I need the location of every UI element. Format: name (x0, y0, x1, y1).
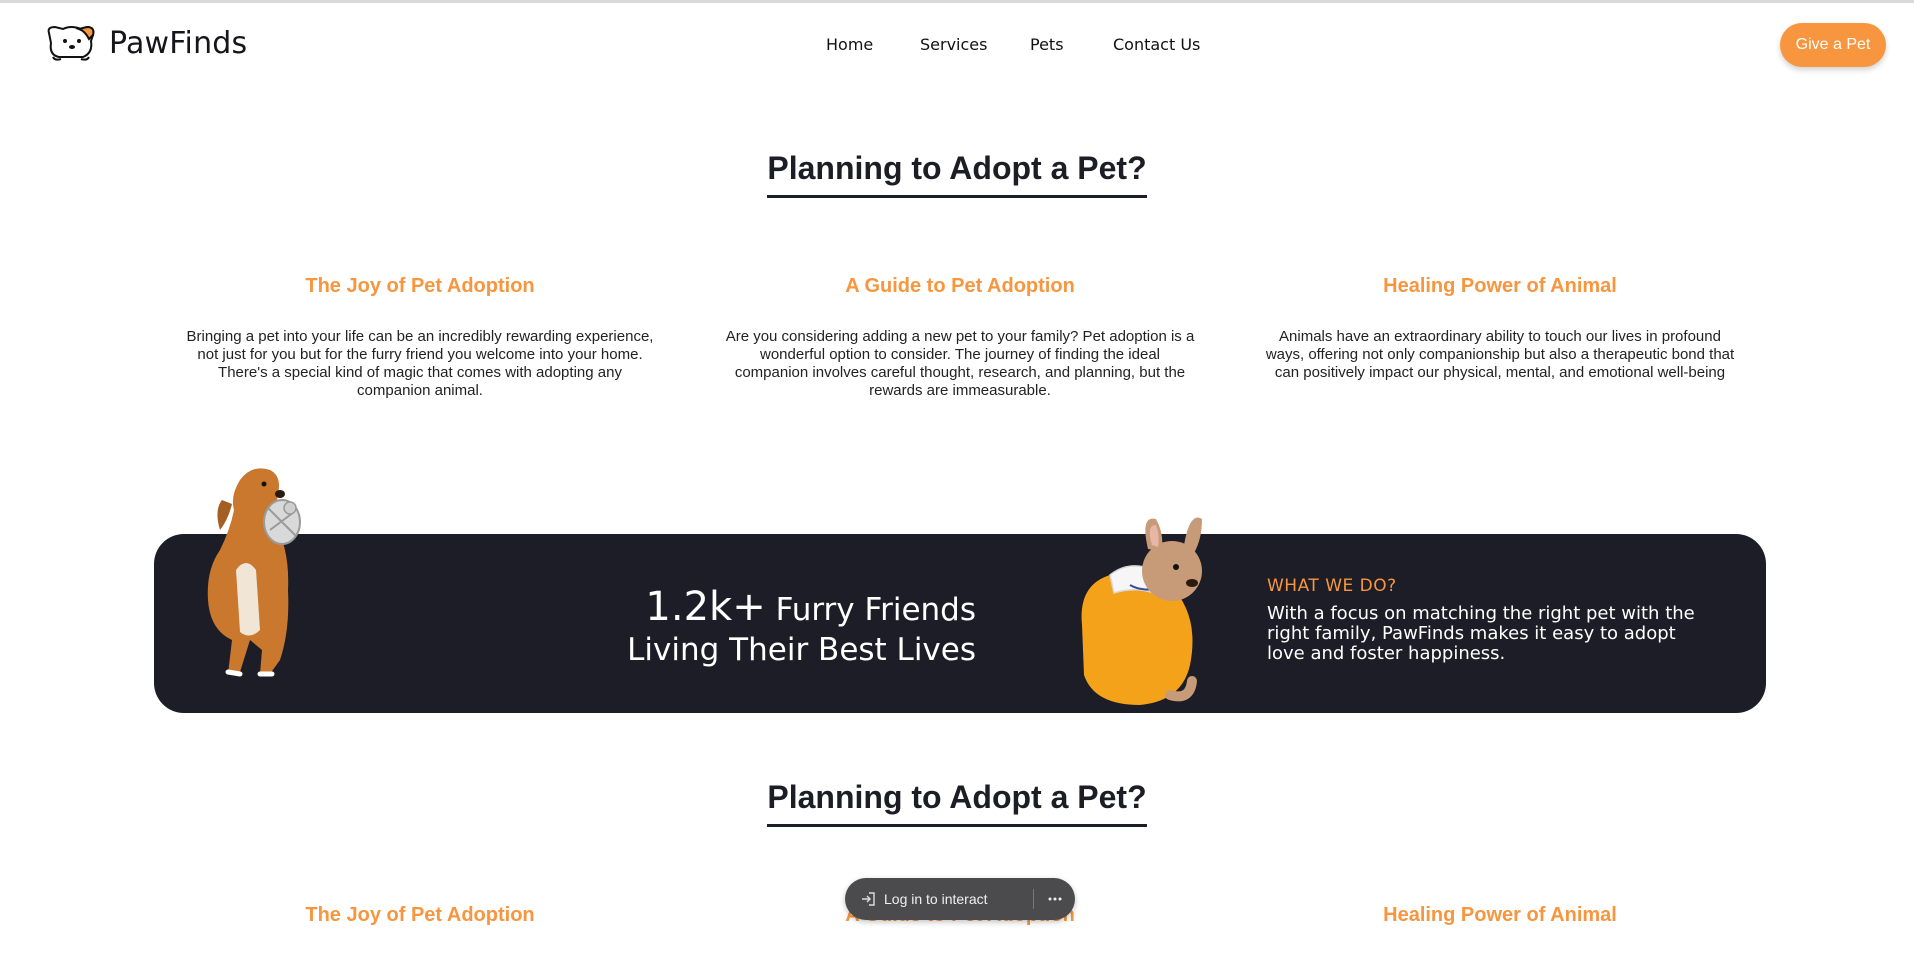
what-we-do-text: With a focus on matching the right pet w… (1267, 603, 1695, 664)
section-title: Planning to Adopt a Pet? (767, 779, 1147, 827)
more-options-button[interactable] (1034, 878, 1075, 920)
feature-text: Are you considering adding a new pet to … (725, 328, 1195, 399)
dog-logo-icon (47, 25, 95, 61)
feature-title: The Joy of Pet Adoption (305, 275, 535, 297)
section-heading: Planning to Adopt a Pet? (0, 150, 1914, 198)
stats-banner: 1.2k+ Furry Friends Living Their Best Li… (154, 534, 1766, 713)
nav-home[interactable]: Home (826, 35, 873, 54)
give-a-pet-button[interactable]: Give a Pet (1780, 23, 1886, 67)
stat-subline: Living Their Best Lives (627, 632, 976, 668)
login-label: Log in to interact (884, 891, 988, 907)
ellipsis-icon (1048, 897, 1061, 901)
stat-number: 1.2k+ (645, 584, 766, 630)
nav-pets[interactable]: Pets (1030, 35, 1064, 54)
feature-card: The Joy of Pet Adoption (185, 904, 655, 927)
what-we-do: WHAT WE DO? With a focus on matching the… (1267, 576, 1717, 664)
feature-title: Healing Power of Animal (1383, 904, 1617, 926)
site-header: PawFinds Home Services Pets Contact Us G… (0, 3, 1914, 87)
brand-logo[interactable]: PawFinds (43, 23, 247, 63)
golden-retriever-image (207, 468, 301, 677)
nav-services[interactable]: Services (920, 35, 987, 54)
login-overlay-pill: Log in to interact (845, 878, 1075, 920)
feature-card: Healing Power of Animal (1265, 904, 1735, 927)
feature-title: Healing Power of Animal (1383, 275, 1617, 297)
login-arrow-icon (862, 892, 875, 906)
section-heading: Planning to Adopt a Pet? (0, 779, 1914, 827)
stat-label: Furry Friends (775, 592, 976, 628)
section-title: Planning to Adopt a Pet? (767, 150, 1147, 198)
feature-card: The Joy of Pet Adoption Bringing a pet i… (185, 275, 655, 400)
feature-card: Healing Power of Animal Animals have an … (1265, 275, 1735, 382)
feature-title: The Joy of Pet Adoption (305, 904, 535, 926)
feature-text: Animals have an extraordinary ability to… (1265, 328, 1735, 381)
feature-text: Bringing a pet into your life can be an … (186, 328, 654, 399)
brand-name: PawFinds (109, 25, 248, 61)
feature-card: A Guide to Pet Adoption Are you consider… (725, 275, 1195, 400)
stat-block: 1.2k+ Furry Friends Living Their Best Li… (627, 584, 976, 668)
feature-title: A Guide to Pet Adoption (845, 275, 1075, 297)
what-we-do-heading: WHAT WE DO? (1267, 576, 1397, 596)
nav-contact-us[interactable]: Contact Us (1113, 35, 1200, 54)
french-bulldog-image (1081, 517, 1202, 705)
login-to-interact-button[interactable]: Log in to interact (845, 878, 1033, 920)
